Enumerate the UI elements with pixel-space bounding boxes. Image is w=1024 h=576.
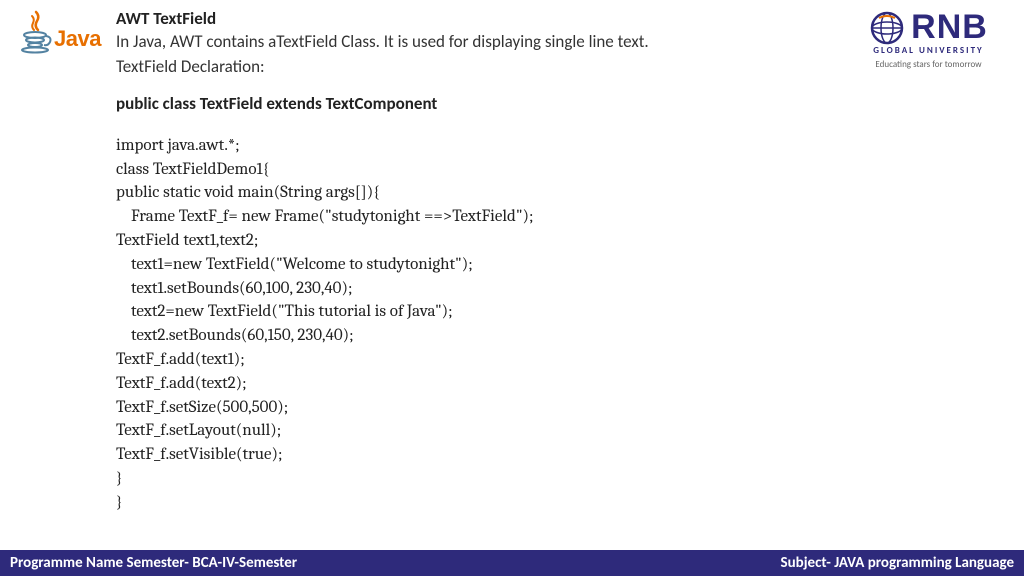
rnb-subtitle-2: Educating stars for tomorrow (851, 59, 1006, 70)
footer-right: Subject- JAVA programming Language (781, 554, 1014, 572)
footer-left: Programme Name Semester- BCA-IV-Semester (10, 554, 297, 572)
header: Java AWT TextField In Java, AWT contains… (0, 0, 1024, 515)
rnb-logo-text: RNB (911, 8, 988, 47)
java-logo-text: Java (54, 26, 101, 52)
main-content: AWT TextField In Java, AWT contains aTex… (112, 8, 1012, 515)
java-cup-icon (20, 10, 54, 59)
rnb-logo: RNB GLOBAL UNIVERSITY Educating stars fo… (851, 8, 1006, 70)
footer-bar: Programme Name Semester- BCA-IV-Semester… (0, 550, 1024, 576)
java-logo: Java (12, 8, 112, 68)
rnb-subtitle-1: GLOBAL UNIVERSITY (851, 45, 1006, 56)
class-declaration: public class TextField extends TextCompo… (116, 93, 1004, 116)
code-block: import java.awt.*; class TextFieldDemo1{… (116, 134, 1004, 515)
rnb-logo-main: RNB (851, 8, 1006, 47)
rnb-globe-icon (869, 10, 905, 46)
